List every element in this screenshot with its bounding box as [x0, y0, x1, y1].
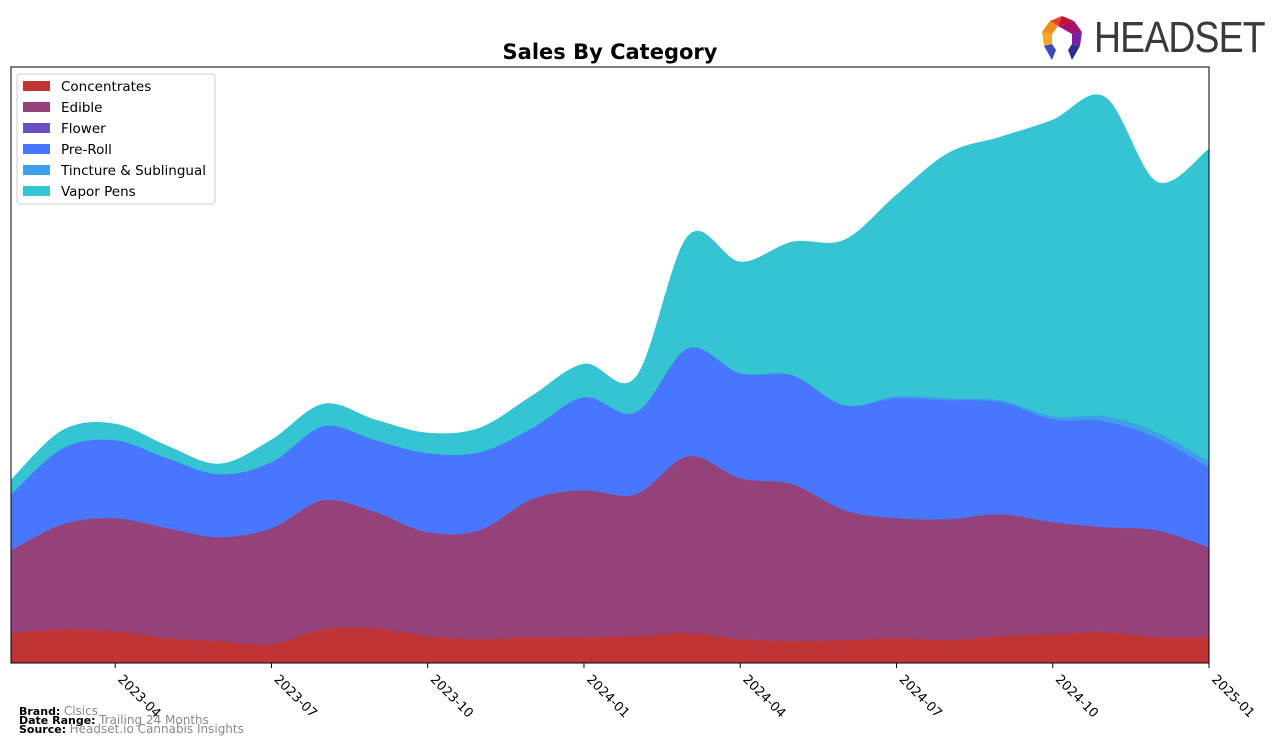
legend-label-concentrates: Concentrates	[61, 79, 151, 95]
x-tick-label-2023-10: 2023-10	[427, 672, 476, 721]
headset-logo-text: HEADSET	[1094, 13, 1266, 62]
footer-source: Source: Headset.io Cannabis Insights	[19, 722, 244, 736]
source-label: Source:	[19, 723, 67, 736]
legend-swatch-concentrates	[23, 81, 50, 91]
legend-swatch-pre-roll	[23, 144, 50, 154]
x-tick-label-2024-01: 2024-01	[583, 672, 632, 721]
x-tick-label-2024-10: 2024-10	[1052, 672, 1101, 721]
legend-swatch-tincture-sublingual	[23, 165, 50, 175]
x-axis: 2023-04 2023-07 2023-10 2024-01 2024-04 2024-…	[114, 663, 1257, 721]
legend-label-tincture-sublingual: Tincture & Sublingual	[60, 163, 206, 179]
legend-label-pre-roll: Pre-Roll	[61, 142, 112, 158]
legend-label-edible: Edible	[61, 100, 102, 116]
legend-swatch-edible	[23, 102, 50, 112]
legend-swatch-vapor-pens	[23, 186, 50, 196]
chart-title: Sales By Category	[503, 40, 718, 64]
x-tick-label-2025-01: 2025-01	[1208, 672, 1257, 721]
sales-by-category-chart: Sales By Category 2023-04 2023-07 2023-10 2…	[10, 40, 1257, 721]
legend-swatch-flower	[23, 123, 50, 133]
legend-label-flower: Flower	[61, 121, 106, 137]
x-tick-label-2024-04: 2024-04	[739, 672, 788, 721]
headset-logo-icon	[1042, 16, 1082, 60]
legend-label-vapor-pens: Vapor Pens	[61, 184, 136, 200]
headset-logo: HEADSET	[1036, 14, 1276, 62]
x-tick-label-2024-07: 2024-07	[896, 672, 945, 721]
x-tick-label-2023-07: 2023-07	[271, 672, 320, 721]
source-value: Headset.io Cannabis Insights	[69, 722, 244, 736]
legend: Concentrates Edible Flower Pre-Roll Tincture…	[16, 73, 216, 205]
